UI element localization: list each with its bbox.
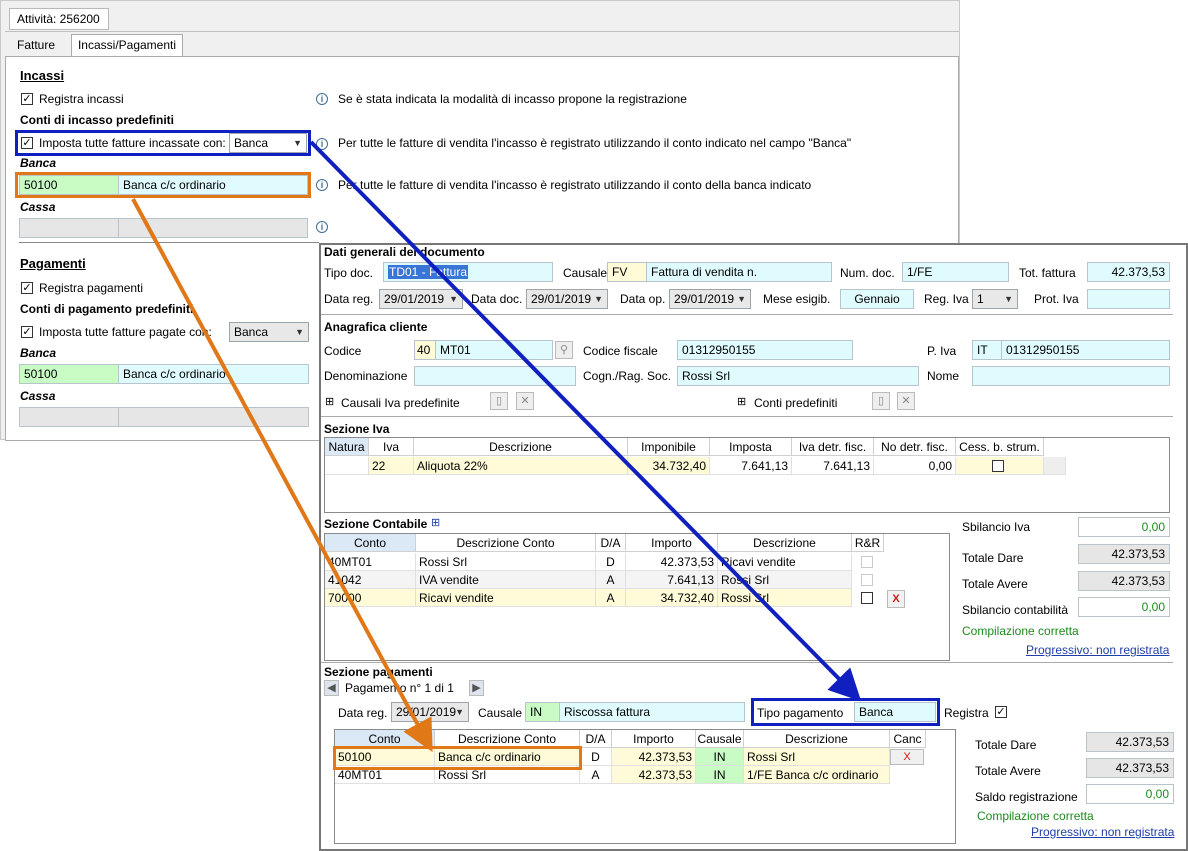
annotation-arrows (131, 140, 862, 753)
blue-arrow (309, 140, 862, 702)
orange-arrow (131, 198, 433, 753)
